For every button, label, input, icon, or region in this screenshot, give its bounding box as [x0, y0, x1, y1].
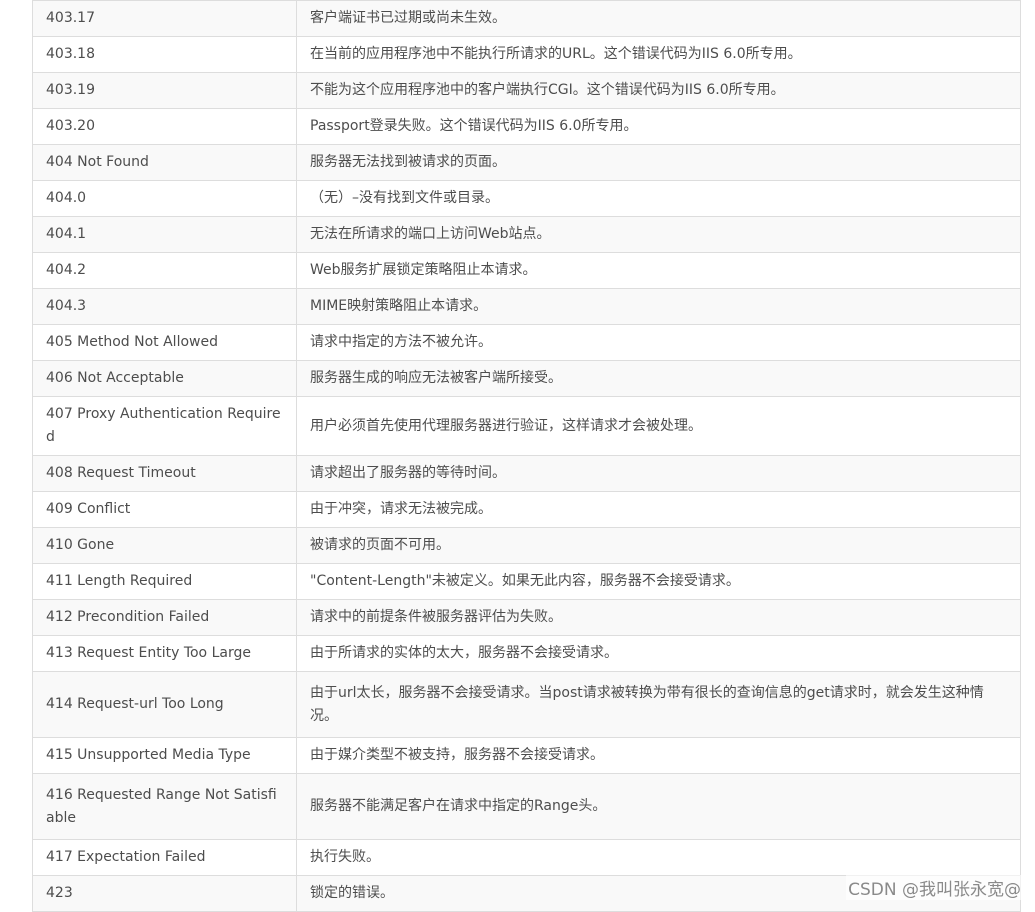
- status-code-cell: 403.20: [32, 108, 297, 145]
- description-cell: 请求超出了服务器的等待时间。: [296, 455, 1021, 492]
- status-code-cell: 404 Not Found: [32, 144, 297, 181]
- table-row: 407 Proxy Authentication Required 用户必须首先…: [32, 396, 1021, 456]
- status-code-cell: 408 Request Timeout: [32, 455, 297, 492]
- status-code-cell: 417 Expectation Failed: [32, 839, 297, 876]
- table-row: 403.17 客户端证书已过期或尚未生效。: [32, 0, 1021, 37]
- description-cell: Passport登录失败。这个错误代码为IIS 6.0所专用。: [296, 108, 1021, 145]
- table-row: 410 Gone 被请求的页面不可用。: [32, 527, 1021, 564]
- description-cell: 由于url太长，服务器不会接受请求。当post请求被转换为带有很长的查询信息的g…: [296, 671, 1021, 738]
- description-cell: 由于所请求的实体的太大，服务器不会接受请求。: [296, 635, 1021, 672]
- csdn-watermark: CSDN @我叫张永宽@: [846, 875, 1023, 900]
- status-code-cell: 405 Method Not Allowed: [32, 324, 297, 361]
- description-cell: 服务器生成的响应无法被客户端所接受。: [296, 360, 1021, 397]
- description-cell: 用户必须首先使用代理服务器进行验证，这样请求才会被处理。: [296, 396, 1021, 456]
- status-code-cell: 423: [32, 875, 297, 912]
- table-row: 403.19 不能为这个应用程序池中的客户端执行CGI。这个错误代码为IIS 6…: [32, 72, 1021, 109]
- description-cell: 不能为这个应用程序池中的客户端执行CGI。这个错误代码为IIS 6.0所专用。: [296, 72, 1021, 109]
- description-cell: 无法在所请求的端口上访问Web站点。: [296, 216, 1021, 253]
- status-code-cell: 414 Request-url Too Long: [32, 671, 297, 738]
- table-row: 412 Precondition Failed 请求中的前提条件被服务器评估为失…: [32, 599, 1021, 636]
- description-cell: 请求中的前提条件被服务器评估为失败。: [296, 599, 1021, 636]
- table-row: 416 Requested Range Not Satisfiable 服务器不…: [32, 773, 1021, 840]
- description-cell: 在当前的应用程序池中不能执行所请求的URL。这个错误代码为IIS 6.0所专用。: [296, 36, 1021, 73]
- table-row: 404.3 MIME映射策略阻止本请求。: [32, 288, 1021, 325]
- status-code-cell: 404.1: [32, 216, 297, 253]
- description-cell: 请求中指定的方法不被允许。: [296, 324, 1021, 361]
- table-row: 409 Conflict 由于冲突，请求无法被完成。: [32, 491, 1021, 528]
- status-code-cell: 406 Not Acceptable: [32, 360, 297, 397]
- description-cell: 被请求的页面不可用。: [296, 527, 1021, 564]
- description-cell: Web服务扩展锁定策略阻止本请求。: [296, 252, 1021, 289]
- status-code-cell: 411 Length Required: [32, 563, 297, 600]
- status-code-cell: 415 Unsupported Media Type: [32, 737, 297, 774]
- table-row: 404.0 （无）–没有找到文件或目录。: [32, 180, 1021, 217]
- description-cell: 服务器不能满足客户在请求中指定的Range头。: [296, 773, 1021, 840]
- description-cell: 由于媒介类型不被支持，服务器不会接受请求。: [296, 737, 1021, 774]
- description-cell: （无）–没有找到文件或目录。: [296, 180, 1021, 217]
- status-code-cell: 409 Conflict: [32, 491, 297, 528]
- table-row: 415 Unsupported Media Type 由于媒介类型不被支持，服务…: [32, 737, 1021, 774]
- status-code-cell: 412 Precondition Failed: [32, 599, 297, 636]
- table-row: 403.18 在当前的应用程序池中不能执行所请求的URL。这个错误代码为IIS …: [32, 36, 1021, 73]
- table-row: 406 Not Acceptable 服务器生成的响应无法被客户端所接受。: [32, 360, 1021, 397]
- status-code-table: 403.17 客户端证书已过期或尚未生效。 403.18 在当前的应用程序池中不…: [32, 0, 1021, 912]
- table-row: 404.2 Web服务扩展锁定策略阻止本请求。: [32, 252, 1021, 289]
- status-code-cell: 413 Request Entity Too Large: [32, 635, 297, 672]
- table-row: 403.20 Passport登录失败。这个错误代码为IIS 6.0所专用。: [32, 108, 1021, 145]
- status-code-cell: 403.17: [32, 0, 297, 37]
- table-row: 408 Request Timeout 请求超出了服务器的等待时间。: [32, 455, 1021, 492]
- table-row: 414 Request-url Too Long 由于url太长，服务器不会接受…: [32, 671, 1021, 738]
- table-row: 413 Request Entity Too Large 由于所请求的实体的太大…: [32, 635, 1021, 672]
- description-cell: "Content-Length"未被定义。如果无此内容，服务器不会接受请求。: [296, 563, 1021, 600]
- table-row: 417 Expectation Failed 执行失败。: [32, 839, 1021, 876]
- description-cell: 执行失败。: [296, 839, 1021, 876]
- status-code-cell: 410 Gone: [32, 527, 297, 564]
- status-code-table-container: 403.17 客户端证书已过期或尚未生效。 403.18 在当前的应用程序池中不…: [32, 0, 1021, 912]
- status-code-cell: 404.2: [32, 252, 297, 289]
- description-cell: 由于冲突，请求无法被完成。: [296, 491, 1021, 528]
- status-code-cell: 407 Proxy Authentication Required: [32, 396, 297, 456]
- table-row: 404.1 无法在所请求的端口上访问Web站点。: [32, 216, 1021, 253]
- status-code-cell: 404.3: [32, 288, 297, 325]
- description-cell: 客户端证书已过期或尚未生效。: [296, 0, 1021, 37]
- status-code-cell: 404.0: [32, 180, 297, 217]
- description-cell: MIME映射策略阻止本请求。: [296, 288, 1021, 325]
- status-code-cell: 403.18: [32, 36, 297, 73]
- status-code-cell: 403.19: [32, 72, 297, 109]
- table-row: 405 Method Not Allowed 请求中指定的方法不被允许。: [32, 324, 1021, 361]
- table-row: 404 Not Found 服务器无法找到被请求的页面。: [32, 144, 1021, 181]
- table-row: 411 Length Required "Content-Length"未被定义…: [32, 563, 1021, 600]
- description-cell: 服务器无法找到被请求的页面。: [296, 144, 1021, 181]
- status-code-cell: 416 Requested Range Not Satisfiable: [32, 773, 297, 840]
